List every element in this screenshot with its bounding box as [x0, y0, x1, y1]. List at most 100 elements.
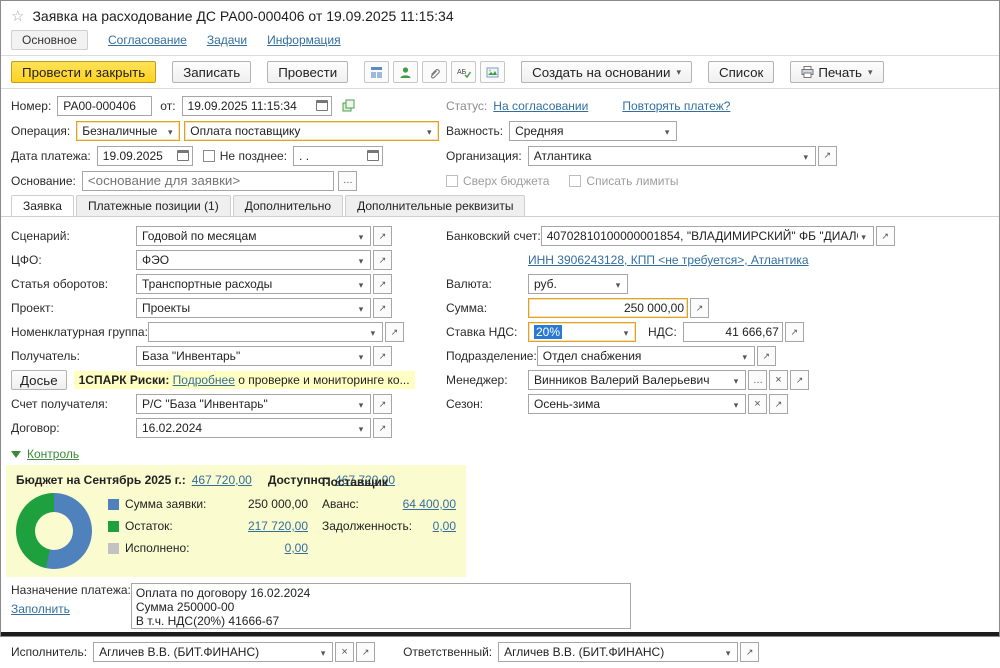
open-button[interactable]	[373, 346, 392, 366]
executor-clear-button[interactable]	[335, 642, 354, 662]
repeat-payment-link[interactable]: Повторять платеж?	[622, 99, 730, 113]
basis-more-button[interactable]	[338, 171, 357, 191]
fill-link[interactable]: Заполнить	[11, 602, 131, 617]
contract-field[interactable]: 16.02.2024	[136, 418, 371, 438]
remainder-link[interactable]: 217 720,00	[217, 519, 308, 533]
status-link[interactable]: На согласовании	[493, 99, 588, 113]
post-button[interactable]: Провести	[267, 61, 348, 83]
scenario-field[interactable]: Годовой по месяцам	[136, 226, 371, 246]
inn-kpp-link[interactable]: ИНН 3906243128, КПП <не требуется>, Атла…	[528, 253, 809, 267]
recipient-field[interactable]: База "Инвентарь"	[136, 346, 371, 366]
create-based-on-button[interactable]: Создать на основании	[521, 61, 692, 83]
open-button[interactable]	[373, 274, 392, 294]
control-toggle-link[interactable]: Контроль	[27, 447, 79, 461]
operation-field[interactable]: Безналичные	[76, 121, 180, 141]
open-button[interactable]	[373, 418, 392, 438]
vat-rate-field[interactable]: 20%	[528, 322, 636, 342]
tab-payment-positions[interactable]: Платежные позиции (1)	[76, 195, 231, 216]
amount-field[interactable]: 250 000,00	[528, 298, 688, 318]
chevron-down-icon[interactable]	[730, 397, 742, 411]
chevron-down-icon[interactable]	[858, 229, 870, 243]
nav-item-tasks[interactable]: Задачи	[207, 33, 247, 47]
importance-field[interactable]: Средняя	[509, 121, 677, 141]
collapse-arrow-icon[interactable]	[11, 451, 21, 458]
chevron-down-icon[interactable]	[620, 325, 632, 339]
print-button[interactable]: Печать	[790, 61, 883, 83]
open-button[interactable]	[385, 322, 404, 342]
purpose-textarea[interactable]: Оплата по договору 16.02.2024 Сумма 2500…	[131, 583, 631, 629]
chevron-down-icon[interactable]	[612, 277, 624, 291]
attachments-icon[interactable]	[422, 61, 447, 83]
bank-account-field[interactable]: 40702810100000001854, "ВЛАДИМИРСКИЙ" ФБ …	[541, 226, 874, 246]
image-icon[interactable]	[480, 61, 505, 83]
open-button[interactable]	[790, 370, 809, 390]
chevron-down-icon[interactable]	[164, 124, 176, 138]
open-button[interactable]	[785, 322, 804, 342]
chevron-down-icon[interactable]	[355, 397, 367, 411]
season-field[interactable]: Осень-зима	[528, 394, 746, 414]
write-off-limits-checkbox[interactable]	[569, 175, 581, 187]
chevron-down-icon[interactable]	[661, 124, 673, 138]
calendar-icon[interactable]	[367, 150, 379, 161]
open-button[interactable]	[373, 226, 392, 246]
operation-kind-field[interactable]: Оплата поставщику	[184, 121, 439, 141]
budget-value-link[interactable]: 467 720,00	[192, 473, 252, 487]
chevron-down-icon[interactable]	[317, 645, 329, 659]
executor-field[interactable]: Агличев В.В. (БИТ.ФИНАНС)	[93, 642, 333, 662]
chevron-down-icon[interactable]	[355, 421, 367, 435]
tab-additional-props[interactable]: Дополнительные реквизиты	[345, 195, 525, 216]
department-field[interactable]: Отдел снабжения	[537, 346, 755, 366]
copy-link-icon[interactable]	[336, 95, 361, 117]
manager-field[interactable]: Винников Валерий Валерьевич	[528, 370, 746, 390]
advance-value-link[interactable]: 64 400,00	[403, 497, 456, 511]
project-field[interactable]: Проекты	[136, 298, 371, 318]
nav-item-main[interactable]: Основное	[11, 30, 88, 50]
open-button[interactable]	[373, 298, 392, 318]
save-button[interactable]: Записать	[172, 61, 251, 83]
cfo-field[interactable]: ФЭО	[136, 250, 371, 270]
recipient-account-field[interactable]: Р/С "База "Инвентарь"	[136, 394, 371, 414]
debt-value-link[interactable]: 0,00	[433, 519, 456, 533]
post-and-close-button[interactable]: Провести и закрыть	[11, 61, 156, 83]
open-button[interactable]	[876, 226, 895, 246]
favorite-star-icon[interactable]: ☆	[11, 9, 24, 24]
structure-icon[interactable]	[364, 61, 389, 83]
executed-link[interactable]: 0,00	[217, 541, 308, 555]
not-later-checkbox[interactable]	[203, 150, 215, 162]
chevron-down-icon[interactable]	[730, 373, 742, 387]
open-button[interactable]	[373, 250, 392, 270]
vat-field[interactable]: 41 666,67	[683, 322, 783, 342]
turnover-item-field[interactable]: Транспортные расходы	[136, 274, 371, 294]
tab-request[interactable]: Заявка	[11, 195, 74, 216]
chevron-down-icon[interactable]	[355, 277, 367, 291]
chevron-down-icon[interactable]	[423, 124, 435, 138]
open-button[interactable]	[769, 394, 788, 414]
open-button[interactable]	[818, 146, 837, 166]
chevron-down-icon[interactable]	[355, 253, 367, 267]
basis-input[interactable]	[82, 171, 334, 191]
payment-date-field[interactable]: 19.09.2025	[97, 146, 193, 166]
chevron-down-icon[interactable]	[739, 349, 751, 363]
chevron-down-icon[interactable]	[355, 229, 367, 243]
number-field[interactable]: РА00-000406	[57, 96, 152, 116]
responsible-field[interactable]: Агличев В.В. (БИТ.ФИНАНС)	[498, 642, 738, 662]
chevron-down-icon[interactable]	[355, 349, 367, 363]
calendar-icon[interactable]	[177, 150, 189, 161]
calendar-icon[interactable]	[316, 100, 328, 111]
open-button[interactable]	[690, 298, 709, 318]
over-budget-checkbox[interactable]	[446, 175, 458, 187]
open-button[interactable]	[373, 394, 392, 414]
season-clear-button[interactable]	[748, 394, 767, 414]
open-button[interactable]	[757, 346, 776, 366]
spellcheck-icon[interactable]: АБ	[451, 61, 476, 83]
organization-field[interactable]: Атлантика	[528, 146, 816, 166]
nav-item-approval[interactable]: Согласование	[108, 33, 187, 47]
open-button[interactable]	[356, 642, 375, 662]
manager-more-button[interactable]	[748, 370, 767, 390]
dossier-button[interactable]: Досье	[11, 370, 67, 390]
open-button[interactable]	[740, 642, 759, 662]
spark-more-link[interactable]: Подробнее	[173, 373, 235, 387]
tab-additional[interactable]: Дополнительно	[233, 195, 343, 216]
not-later-field[interactable]: . .	[293, 146, 383, 166]
nomenclature-group-field[interactable]	[148, 322, 383, 342]
